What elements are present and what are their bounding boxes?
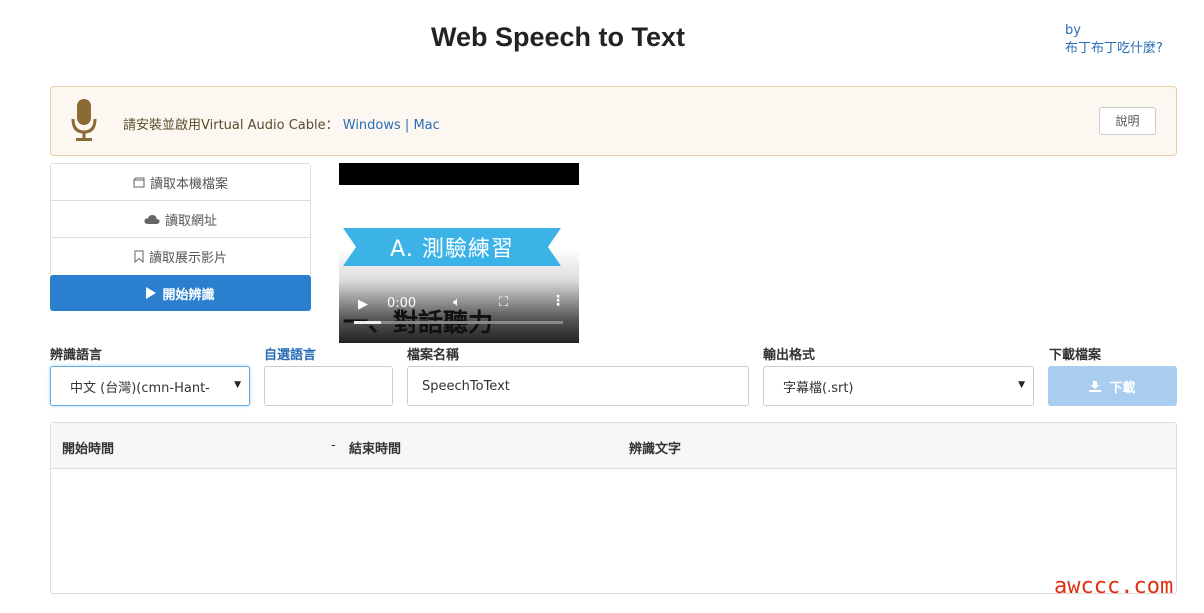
play-icon xyxy=(146,287,157,299)
volume-icon[interactable]: 🔈︎ xyxy=(453,295,461,310)
bookmark-icon xyxy=(134,250,144,263)
microphone-icon xyxy=(71,99,97,141)
more-options-icon[interactable]: ⋮ xyxy=(551,293,565,309)
download-label: 下載檔案 xyxy=(1049,348,1102,363)
filename-label: 檔案名稱 xyxy=(407,348,460,363)
chevron-down-icon: ▼ xyxy=(1018,380,1025,390)
notice-text: 請安裝並啟用Virtual Audio Cable： Windows | Mac xyxy=(123,114,440,133)
load-local-file-item[interactable]: 讀取本機檔案 xyxy=(51,164,310,201)
page-title: Web Speech to Text xyxy=(430,22,686,52)
language-label: 辨識語言 xyxy=(50,348,103,363)
folder-icon xyxy=(133,177,145,187)
chevron-down-icon: ▼ xyxy=(234,380,241,390)
fullscreen-icon[interactable]: ⛶ xyxy=(499,295,508,310)
language-select-value: 中文 (台灣)(cmn-Hant- xyxy=(70,380,210,396)
video-time: 0:00 xyxy=(387,296,417,311)
watermark: awccc.com xyxy=(1054,574,1174,599)
col-separator: - xyxy=(331,438,336,453)
video-play-icon[interactable]: ▶ xyxy=(358,297,368,312)
col-end-time: 結束時間 xyxy=(349,442,402,457)
filename-input[interactable]: SpeechToText xyxy=(407,366,749,406)
filename-value: SpeechToText xyxy=(422,378,510,394)
download-button-label: 下載 xyxy=(1109,380,1136,396)
by-label: by xyxy=(1065,23,1081,38)
load-url-item[interactable]: 讀取網址 xyxy=(51,201,310,238)
notice-label: 請安裝並啟用Virtual Audio Cable： xyxy=(123,118,339,133)
windows-link[interactable]: Windows xyxy=(343,118,401,133)
video-player[interactable]: A. 測驗練習 一、對話聽力 ▶ 0:00 🔈︎ ⛶ ⋮ xyxy=(339,163,579,343)
video-progress-bar[interactable] xyxy=(354,321,563,324)
custom-language-input[interactable] xyxy=(264,366,393,406)
cloud-icon xyxy=(144,214,160,224)
link-separator: | xyxy=(404,118,410,133)
format-select[interactable]: 字幕檔(.srt) ▼ xyxy=(763,366,1034,406)
help-button[interactable]: 說明 xyxy=(1099,107,1156,135)
custom-language-label[interactable]: 自選語言 xyxy=(264,344,316,363)
table-header: 開始時間 - 結束時間 辨識文字 xyxy=(51,423,1176,469)
video-banner: A. 測驗練習 xyxy=(343,228,561,266)
download-icon xyxy=(1089,380,1102,392)
audio-cable-notice: 請安裝並啟用Virtual Audio Cable： Windows | Mac… xyxy=(50,86,1177,156)
load-demo-video-item[interactable]: 讀取展示影片 xyxy=(51,238,310,275)
results-table: 開始時間 - 結束時間 辨識文字 xyxy=(50,422,1177,594)
load-demo-video-label: 讀取展示影片 xyxy=(148,251,227,266)
video-progress-fill xyxy=(354,321,382,324)
mac-link[interactable]: Mac xyxy=(413,118,439,133)
download-button[interactable]: 下載 xyxy=(1048,366,1177,406)
source-menu: 讀取本機檔案 讀取網址 讀取展示影片 xyxy=(50,163,311,276)
language-select[interactable]: 中文 (台灣)(cmn-Hant- ▼ xyxy=(50,366,250,406)
col-start-time: 開始時間 xyxy=(62,442,115,457)
author-credit: by 布丁布丁吃什麼? xyxy=(1065,22,1163,58)
video-controls: ▶ 0:00 🔈︎ ⛶ ⋮ xyxy=(339,283,579,343)
col-text: 辨識文字 xyxy=(629,442,682,457)
format-label: 輸出格式 xyxy=(763,348,816,363)
load-local-file-label: 讀取本機檔案 xyxy=(149,176,228,192)
load-url-label: 讀取網址 xyxy=(164,213,217,229)
start-recognition-button[interactable]: 開始辨識 xyxy=(50,275,311,311)
format-select-value: 字幕檔(.srt) xyxy=(783,380,854,396)
author-link[interactable]: 布丁布丁吃什麼? xyxy=(1065,40,1163,58)
start-recognition-label: 開始辨識 xyxy=(162,287,215,303)
